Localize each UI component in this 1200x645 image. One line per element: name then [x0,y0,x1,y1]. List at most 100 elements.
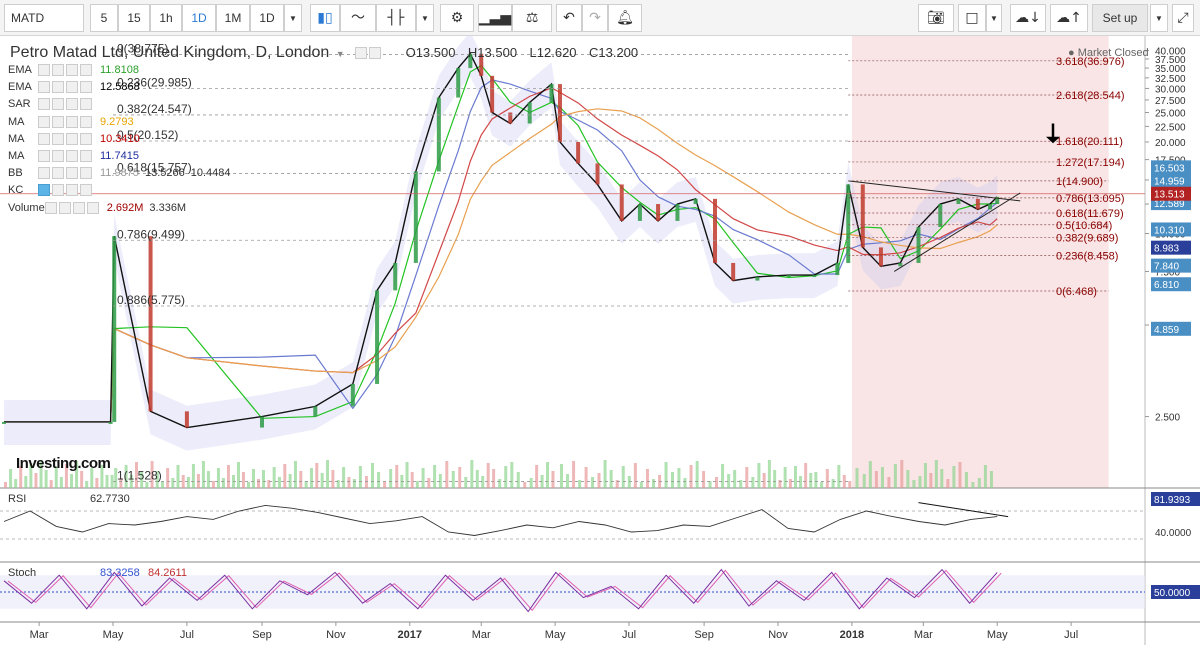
legend-eye-icon[interactable] [38,98,50,111]
legend-close-icon[interactable] [80,81,92,94]
legend-eye-icon[interactable] [38,115,50,128]
legend-format-icon[interactable] [66,98,78,111]
legend-close-icon[interactable] [80,184,92,197]
x-tick-label: Mar [472,629,491,641]
price-candle [975,198,980,210]
indicators-icon[interactable]: ▁▃▅ [478,4,512,32]
legend-value: 9.2793 [100,115,134,128]
layout-square-icon[interactable]: □ [958,4,986,32]
legend-close-icon[interactable] [86,201,99,214]
legend-value: 10.4484 [190,167,231,180]
chart-style-chevron-down-icon[interactable]: ▼ [416,4,434,32]
setup-button[interactable]: Set up [1092,4,1148,32]
volume-bar [929,473,933,488]
legend-settings-icon[interactable] [58,201,71,214]
legend-eye-icon[interactable] [38,184,50,197]
legend-settings-icon[interactable] [52,167,64,180]
legend-row-ema: EMA 11.8108 [8,62,139,78]
volume-bar [445,461,449,488]
legend-close-icon[interactable] [80,64,92,76]
interval-chevron-down-icon[interactable]: ▼ [284,4,302,32]
compare-scale-icon[interactable]: ⚖ [512,4,552,32]
legend-name: MA [8,132,25,145]
line-chart-icon[interactable]: 〜 [340,4,376,32]
bar-style-icon[interactable]: ┤├ [376,4,416,32]
interval-1m-button[interactable]: 1M [216,4,250,32]
volume-bar [216,468,220,488]
volume-bar [95,478,99,488]
legend-format-icon[interactable] [66,184,78,197]
volume-bar [523,482,527,488]
symbol-input[interactable]: MATD [4,4,84,32]
legend-format-icon[interactable] [66,81,78,94]
alert-bell-icon[interactable]: 🔔︎ [608,4,642,32]
x-tick-label: Jul [1064,629,1078,641]
gear-icon[interactable]: ⚙ [440,4,474,32]
volume-bar [320,473,324,488]
volume-bar [906,470,910,488]
volume-bar [498,479,502,488]
candlestick-icon[interactable]: ▮▯ [310,4,340,32]
volume-bar [481,476,485,488]
legend-settings-icon[interactable] [52,132,64,145]
legend-format-icon[interactable] [66,64,78,76]
volume-bar [415,481,419,488]
legend-eye-icon[interactable] [38,132,50,145]
legend-close-icon[interactable] [80,98,92,111]
setup-chevron-down-icon[interactable]: ▼ [1150,4,1168,32]
rsi-line [3,504,998,536]
interval-5-button[interactable]: 5 [90,4,118,32]
price-tag-label: 16.503 [1154,163,1185,174]
legend-settings-icon[interactable] [52,184,64,197]
x-tick-label: May [103,629,124,641]
redo-icon[interactable]: ↷ [582,4,608,32]
interval-dropdown[interactable]: 1D [250,4,284,32]
volume-bar [486,463,490,488]
legend-format-icon[interactable] [72,201,85,214]
legend-settings-icon[interactable] [52,98,64,111]
legend-format-icon[interactable] [66,167,78,180]
interval-1h-button[interactable]: 1h [150,4,182,32]
setup-label: Set up [1102,11,1138,25]
cloud-download-icon[interactable]: ☁↓ [1010,4,1046,32]
legend-settings-icon[interactable] [52,64,64,76]
legend-settings-icon[interactable] [52,150,64,162]
volume-bar [171,478,175,488]
legend-eye-icon[interactable] [38,64,50,76]
volume-bar [241,472,245,488]
legend-eye-icon[interactable] [38,81,50,94]
legend-value: 11.9875 [100,167,139,180]
legend-settings-icon[interactable] [52,81,64,94]
legend-eye-icon[interactable] [38,167,50,180]
layout-chevron-down-icon[interactable]: ▼ [986,4,1002,32]
legend-format-icon[interactable] [66,150,78,162]
interval-15-button[interactable]: 15 [118,4,150,32]
stoch-label: Stoch [8,567,36,579]
volume-bar [591,477,595,488]
interval-1d-button[interactable]: 1D [182,4,216,32]
volume-bar [24,476,28,488]
volume-bar [145,482,149,488]
cloud-upload-icon[interactable]: ☁↑ [1050,4,1088,32]
legend-format-icon[interactable] [66,132,78,145]
volume-bar [715,477,719,488]
legend-eye-icon[interactable] [44,201,57,214]
camera-icon[interactable]: 📷︎ [918,4,954,32]
undo-icon[interactable]: ↶ [556,4,582,32]
legend-close-icon[interactable] [80,132,92,145]
legend-close-icon[interactable] [80,150,92,162]
legend-settings-icon[interactable] [52,115,64,128]
legend-value: 11.8108 [100,64,139,76]
legend-eye-icon[interactable] [38,150,50,162]
volume-bar [342,467,346,488]
interval-label: 15 [127,11,141,25]
legend-name: Volume [8,201,45,214]
fullscreen-icon[interactable]: ⤢ [1172,4,1194,32]
legend-close-icon[interactable] [80,167,92,180]
volume-bar [751,477,755,488]
price-tag-label: 14.959 [1154,176,1185,187]
volume-bar [862,474,866,488]
legend-format-icon[interactable] [66,115,78,128]
volume-bar [331,470,335,488]
legend-close-icon[interactable] [80,115,92,128]
